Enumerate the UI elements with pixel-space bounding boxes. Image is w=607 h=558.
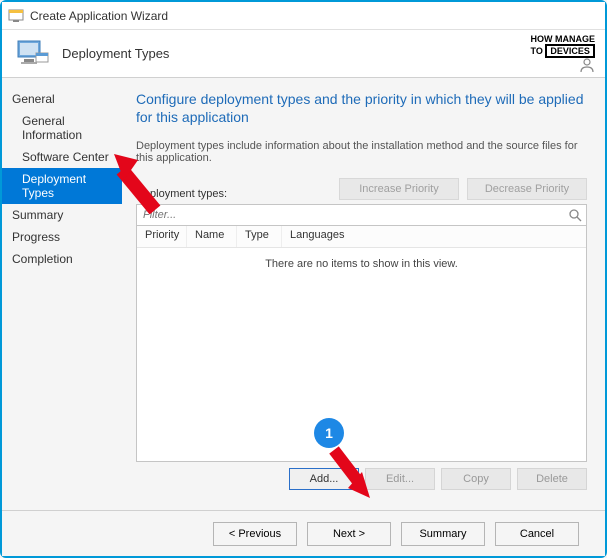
add-button[interactable]: Add... (289, 468, 359, 490)
cancel-button[interactable]: Cancel (495, 522, 579, 546)
nav-general-information[interactable]: General Information (2, 110, 122, 146)
nav-completion[interactable]: Completion (2, 248, 122, 270)
deployment-types-label: Deployment types: (136, 188, 227, 200)
window-title: Create Application Wizard (30, 9, 168, 23)
app-icon (8, 8, 24, 24)
nav-summary[interactable]: Summary (2, 204, 122, 226)
filter-input[interactable] (137, 209, 564, 221)
page-description: Deployment types include information abo… (136, 140, 587, 164)
nav-deployment-types[interactable]: Deployment Types (2, 168, 122, 204)
titlebar: Create Application Wizard (2, 2, 605, 30)
delete-button: Delete (517, 468, 587, 490)
grid-empty-message: There are no items to show in this view. (137, 248, 586, 280)
decrease-priority-button: Decrease Priority (467, 178, 587, 200)
previous-button[interactable]: < Previous (213, 522, 297, 546)
computer-icon (16, 37, 50, 71)
copy-button: Copy (441, 468, 511, 490)
user-icon (579, 57, 595, 73)
col-priority[interactable]: Priority (137, 226, 187, 247)
edit-button: Edit... (365, 468, 435, 490)
page-heading: Configure deployment types and the prior… (136, 90, 587, 126)
wizard-nav: General General Information Software Cen… (2, 78, 122, 510)
main-panel: Configure deployment types and the prior… (122, 78, 605, 510)
wizard-footer: < Previous Next > Summary Cancel (2, 510, 605, 556)
nav-software-center[interactable]: Software Center (2, 146, 122, 168)
grid-header: Priority Name Type Languages (137, 226, 586, 248)
summary-button[interactable]: Summary (401, 522, 485, 546)
nav-general[interactable]: General (2, 88, 122, 110)
search-icon[interactable] (564, 205, 586, 225)
filter-row (136, 204, 587, 226)
increase-priority-button: Increase Priority (339, 178, 459, 200)
next-button[interactable]: Next > (307, 522, 391, 546)
nav-progress[interactable]: Progress (2, 226, 122, 248)
brand-logo: HOW MANAGE TO DEVICES (530, 34, 595, 58)
col-name[interactable]: Name (187, 226, 237, 247)
banner: Deployment Types HOW MANAGE TO DEVICES (2, 30, 605, 78)
deployment-types-grid: Priority Name Type Languages There are n… (136, 226, 587, 462)
col-languages[interactable]: Languages (282, 226, 586, 247)
banner-title: Deployment Types (62, 46, 169, 61)
col-type[interactable]: Type (237, 226, 282, 247)
